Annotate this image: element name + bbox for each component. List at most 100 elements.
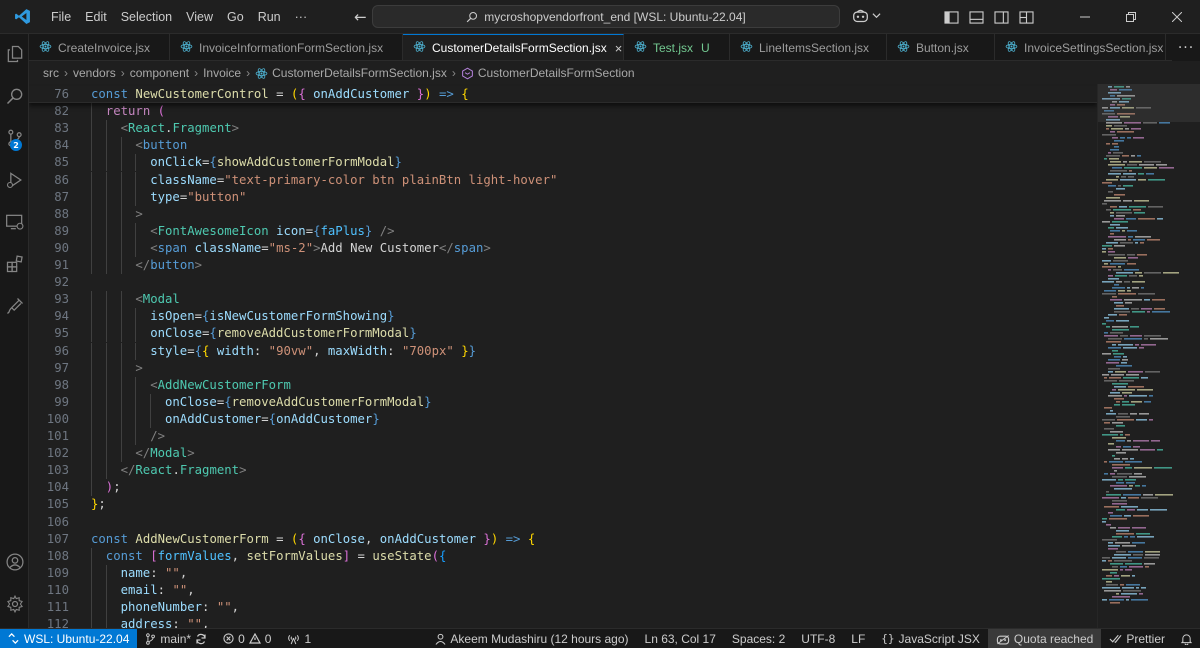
menu-selection[interactable]: Selection [114, 0, 179, 34]
line-number[interactable]: 97 [29, 360, 69, 377]
restore-button[interactable] [1108, 0, 1154, 34]
cursor-position[interactable]: Ln 63, Col 17 [637, 629, 724, 648]
code-line[interactable]: 101 /> [29, 428, 1097, 446]
breadcrumb-invoice[interactable]: Invoice [203, 66, 241, 80]
line-number[interactable]: 84 [29, 137, 69, 154]
code-line[interactable]: 104); [29, 479, 1097, 497]
code-line[interactable]: 95 onClose={removeAddCustomerFormModal} [29, 325, 1097, 343]
line-number[interactable]: 111 [29, 599, 69, 616]
source-control-icon[interactable] [0, 118, 29, 158]
git-branch[interactable]: main* [137, 629, 215, 648]
copilot-quota[interactable]: Quota reached [987, 628, 1102, 648]
line-number[interactable]: 98 [29, 377, 69, 394]
copilot-menu[interactable] [852, 8, 881, 23]
sync-icon[interactable] [195, 633, 207, 645]
code-line[interactable]: 109 name: "", [29, 564, 1097, 582]
code-line[interactable]: 91 </button> [29, 257, 1097, 275]
code-line[interactable]: 94 isOpen={isNewCustomerFormShowing} [29, 308, 1097, 326]
code-line[interactable]: 102 </Modal> [29, 445, 1097, 463]
code-line[interactable]: 97 > [29, 359, 1097, 377]
breadcrumb-vendors[interactable]: vendors [73, 66, 116, 80]
language-mode[interactable]: {} JavaScript JSX [873, 629, 988, 648]
menu-edit[interactable]: Edit [78, 0, 114, 34]
tab-invoice-settings-section[interactable]: InvoiceSettingsSection.jsx [995, 34, 1166, 60]
line-number[interactable]: 108 [29, 548, 69, 565]
line-number[interactable]: 107 [29, 531, 69, 548]
line-number[interactable]: 91 [29, 257, 69, 274]
close-window-button[interactable] [1154, 0, 1200, 34]
accounts-icon[interactable] [0, 542, 29, 582]
code-line[interactable]: 93 <Modal [29, 291, 1097, 309]
code-line[interactable]: 107 const AddNewCustomerForm = ({ onClose… [29, 531, 1097, 548]
menu-view[interactable]: View [179, 0, 220, 34]
tab-customer-details-form-section[interactable]: CustomerDetailsFormSection.jsx × [403, 34, 624, 60]
line-number[interactable]: 106 [29, 514, 69, 531]
line-number[interactable]: 76 [29, 86, 69, 103]
code-line[interactable]: 86 className="text-primary-color btn plai… [29, 171, 1097, 189]
code-line[interactable]: 98 <AddNewCustomerForm [29, 376, 1097, 394]
code-line[interactable]: 103 </React.Fragment> [29, 462, 1097, 480]
code-line[interactable]: 112 address: "", [29, 616, 1097, 628]
notifications[interactable] [1173, 629, 1200, 648]
menu-file[interactable]: File [44, 0, 78, 34]
code-line[interactable]: 84 <button [29, 137, 1097, 155]
code-line[interactable]: 105}; [29, 496, 1097, 513]
minimize-button[interactable] [1062, 0, 1108, 34]
line-number[interactable]: 109 [29, 565, 69, 582]
line-number[interactable]: 93 [29, 291, 69, 308]
line-number[interactable]: 88 [29, 206, 69, 223]
explorer-icon[interactable] [0, 34, 29, 74]
line-number[interactable]: 101 [29, 428, 69, 445]
line-number[interactable]: 100 [29, 411, 69, 428]
line-number[interactable]: 110 [29, 582, 69, 599]
line-number[interactable]: 82 [29, 103, 69, 120]
code-line[interactable]: 85 onClick={showAddCustomerFormModal} [29, 154, 1097, 172]
sticky-scroll-line[interactable]: 76 const NewCustomerControl = ({ onAddCus… [29, 86, 1097, 104]
breadcrumb-file[interactable]: CustomerDetailsFormSection.jsx [255, 66, 447, 80]
code-line[interactable]: 82 return ( [29, 103, 1097, 121]
line-number[interactable]: 105 [29, 496, 69, 513]
line-number[interactable]: 85 [29, 154, 69, 171]
line-number[interactable]: 102 [29, 445, 69, 462]
minimap-slider[interactable] [1098, 84, 1200, 122]
tab-button[interactable]: Button.jsx [887, 34, 995, 60]
minimap[interactable] [1097, 84, 1200, 628]
line-number[interactable]: 83 [29, 120, 69, 137]
breadcrumb-src[interactable]: src [43, 66, 59, 80]
toggle-panel-icon[interactable] [969, 10, 984, 24]
line-number[interactable]: 104 [29, 479, 69, 496]
breadcrumb-component[interactable]: component [130, 66, 189, 80]
line-number[interactable]: 92 [29, 274, 69, 291]
code-editor[interactable]: 76 const NewCustomerControl = ({ onAddCus… [29, 84, 1097, 628]
code-line[interactable]: 106 [29, 514, 1097, 531]
code-line[interactable]: 87 type="button" [29, 188, 1097, 206]
line-number[interactable]: 86 [29, 172, 69, 189]
tab-line-items-section[interactable]: LineItemsSection.jsx [730, 34, 887, 60]
line-number[interactable]: 95 [29, 325, 69, 342]
ports-indicator[interactable]: 1 [279, 629, 319, 648]
breadcrumb-symbol[interactable]: CustomerDetailsFormSection [461, 66, 635, 80]
line-number[interactable]: 103 [29, 462, 69, 479]
run-and-debug-icon[interactable] [0, 160, 29, 200]
toggle-primary-sidebar-icon[interactable] [944, 10, 959, 24]
line-number[interactable]: 89 [29, 223, 69, 240]
code-line[interactable]: 83 <React.Fragment> [29, 120, 1097, 138]
menu-run[interactable]: Run [251, 0, 288, 34]
problems-indicator[interactable]: 0 0 [215, 629, 279, 648]
line-number[interactable]: 96 [29, 343, 69, 360]
testing-icon[interactable] [0, 286, 29, 326]
manage-gear-icon[interactable] [0, 584, 29, 624]
line-number[interactable]: 99 [29, 394, 69, 411]
line-number[interactable]: 87 [29, 189, 69, 206]
customize-layout-icon[interactable] [1019, 10, 1034, 24]
toggle-secondary-sidebar-icon[interactable] [994, 10, 1009, 24]
extensions-icon[interactable] [0, 244, 29, 284]
more-actions-icon[interactable]: ··· [1172, 34, 1200, 61]
tab-invoice-information-form-section[interactable]: InvoiceInformationFormSection.jsx [170, 34, 403, 60]
git-blame[interactable]: Akeem Mudashiru (12 hours ago) [427, 629, 636, 648]
encoding[interactable]: UTF-8 [793, 629, 843, 648]
line-number[interactable]: 94 [29, 308, 69, 325]
remote-explorer-icon[interactable] [0, 202, 29, 242]
menu-go[interactable]: Go [220, 0, 251, 34]
indentation[interactable]: Spaces: 2 [724, 629, 793, 648]
